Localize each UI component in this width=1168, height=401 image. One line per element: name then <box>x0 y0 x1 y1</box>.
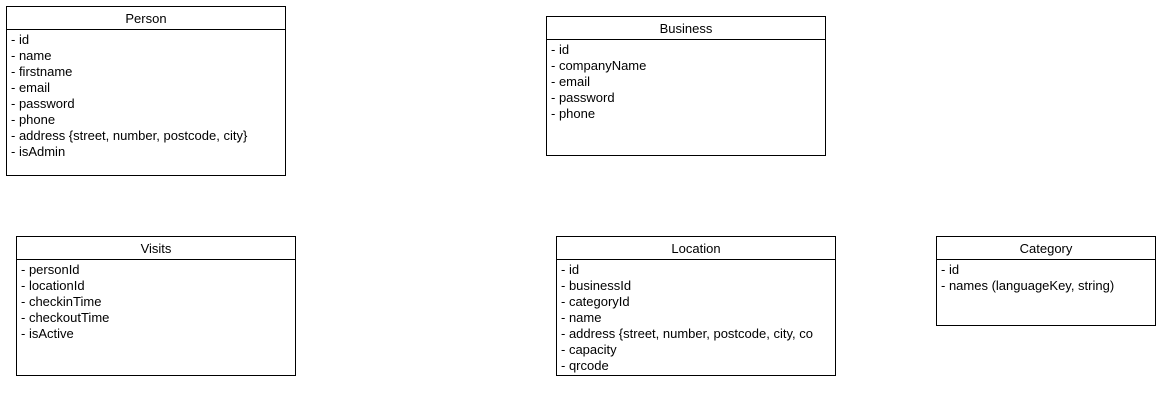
attribute-list: - id - companyName - email - password - … <box>547 40 825 122</box>
class-title: Visits <box>17 237 295 260</box>
attribute: - id <box>11 32 30 47</box>
attribute: - id <box>561 262 580 277</box>
attribute: - phone <box>11 112 56 127</box>
class-visits[interactable]: Visits - personId - locationId - checkin… <box>16 236 296 376</box>
class-category[interactable]: Category - id - names (languageKey, stri… <box>936 236 1156 326</box>
attribute: - id <box>551 42 570 57</box>
attribute-list: - id - names (languageKey, string) <box>937 260 1155 294</box>
class-person[interactable]: Person - id - name - firstname - email -… <box>6 6 286 176</box>
attribute: - companyName <box>551 58 647 73</box>
attribute: - id <box>941 262 960 277</box>
attribute: - firstname <box>11 64 73 79</box>
attribute: - address {street, number, postcode, cit… <box>561 326 813 341</box>
attribute-list: - id - name - firstname - email - passwo… <box>7 30 285 160</box>
attribute: - names (languageKey, string) <box>941 278 1115 293</box>
attribute: - qrcode <box>561 358 609 373</box>
attribute: - name <box>11 48 52 63</box>
attribute-list: - id - businessId - categoryId - name - … <box>557 260 835 374</box>
attribute: - personId <box>21 262 80 277</box>
attribute: - email <box>11 80 51 95</box>
class-location[interactable]: Location - id - businessId - categoryId … <box>556 236 836 376</box>
attribute: - isActive <box>21 326 74 341</box>
class-title: Person <box>7 7 285 30</box>
attribute: - email <box>551 74 591 89</box>
attribute: - password <box>551 90 615 105</box>
attribute: - checkinTime <box>21 294 102 309</box>
attribute: - isAdmin <box>11 144 66 159</box>
attribute: - address {street, number, postcode, cit… <box>11 128 248 143</box>
class-title: Business <box>547 17 825 40</box>
attribute: - checkoutTime <box>21 310 110 325</box>
attribute-list: - personId - locationId - checkinTime - … <box>17 260 295 342</box>
class-business[interactable]: Business - id - companyName - email - pa… <box>546 16 826 156</box>
attribute: - capacity <box>561 342 617 357</box>
class-title: Location <box>557 237 835 260</box>
attribute: - locationId <box>21 278 85 293</box>
attribute: - name <box>561 310 602 325</box>
attribute: - categoryId <box>561 294 630 309</box>
attribute: - businessId <box>561 278 632 293</box>
attribute: - phone <box>551 106 596 121</box>
class-title: Category <box>937 237 1155 260</box>
attribute: - password <box>11 96 75 111</box>
